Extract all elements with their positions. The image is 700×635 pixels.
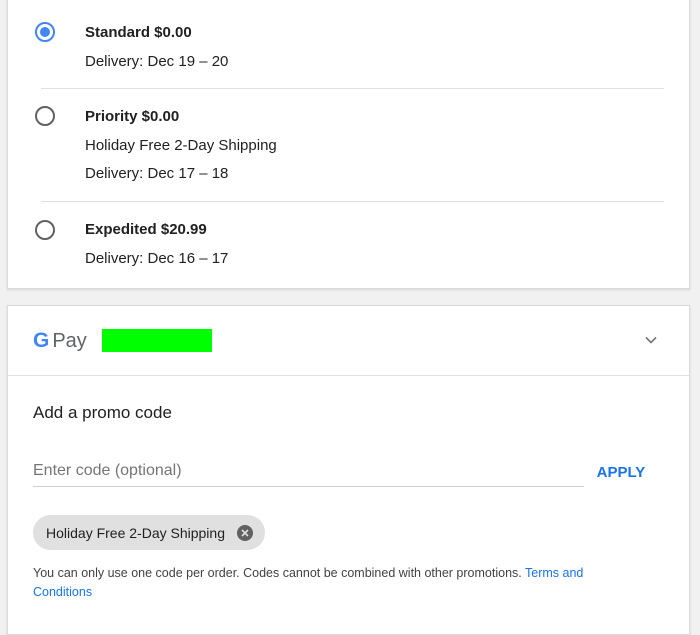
shipping-option-expedited[interactable]: Expedited $20.99 Delivery: Dec 16 – 17 — [8, 202, 691, 288]
apply-button[interactable]: APPLY — [591, 461, 651, 483]
shipping-option-title: Priority $0.00 — [85, 108, 180, 125]
shipping-options-card: Standard $0.00 Delivery: Dec 19 – 20 Pri… — [7, 0, 690, 289]
radio-priority[interactable] — [35, 106, 55, 126]
google-g-logo: G — [33, 329, 50, 352]
pay-word: Pay — [52, 330, 87, 352]
shipping-option-title: Standard $0.00 — [85, 24, 192, 41]
close-circle-icon[interactable] — [236, 524, 253, 541]
gpay-logo: G Pay — [33, 329, 87, 353]
radio-expedited[interactable] — [35, 220, 55, 240]
shipping-option-note: Holiday Free 2-Day Shipping — [85, 137, 277, 154]
promo-notice-text: You can only use one code per order. Cod… — [33, 566, 522, 580]
redacted-account-info — [102, 329, 212, 352]
shipping-option-priority[interactable]: Priority $0.00 Holiday Free 2-Day Shippi… — [8, 89, 691, 201]
chevron-down-icon[interactable] — [644, 333, 658, 347]
shipping-option-delivery: Delivery: Dec 19 – 20 — [85, 53, 229, 70]
payment-card: G Pay Add a promo code APPLY Holiday Fre… — [7, 305, 690, 635]
shipping-option-standard[interactable]: Standard $0.00 Delivery: Dec 19 – 20 — [8, 0, 691, 88]
applied-promo-label: Holiday Free 2-Day Shipping — [46, 524, 225, 541]
promo-code-input[interactable] — [33, 456, 584, 487]
applied-promo-chip: Holiday Free 2-Day Shipping — [33, 515, 265, 550]
shipping-option-title: Expedited $20.99 — [85, 221, 207, 238]
promo-title: Add a promo code — [33, 403, 172, 422]
shipping-option-delivery: Delivery: Dec 16 – 17 — [85, 250, 229, 267]
shipping-option-delivery: Delivery: Dec 17 – 18 — [85, 165, 229, 182]
radio-standard[interactable] — [35, 22, 55, 42]
gpay-header[interactable]: G Pay — [8, 306, 689, 376]
promo-notice: You can only use one code per order. Cod… — [33, 564, 633, 602]
